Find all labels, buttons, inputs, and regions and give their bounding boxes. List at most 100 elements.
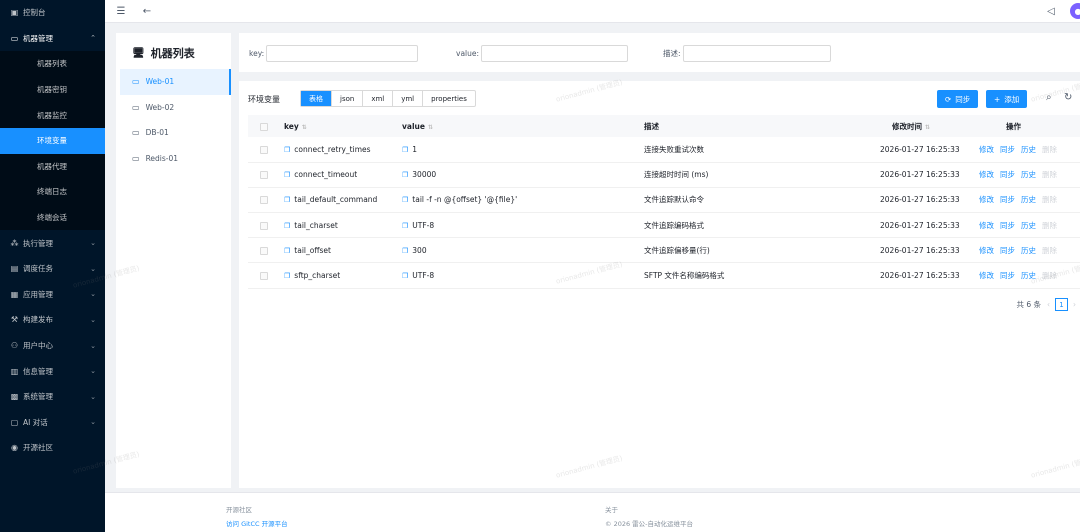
copy-icon[interactable]: ❐ [402, 272, 408, 280]
page-1-button[interactable]: 1 [1055, 298, 1068, 311]
row-action-1[interactable]: 同步 [1000, 145, 1015, 154]
sidebar-menu-4[interactable]: ▦ 应用管理 ⌄ [0, 282, 105, 308]
sidebar-menu-10[interactable]: ◉ 开源社区 [0, 435, 105, 461]
row-action-2[interactable]: 历史 [1021, 145, 1036, 154]
row-action-3[interactable]: 删除 [1042, 221, 1057, 230]
community-link[interactable]: 访问 GitCC 开源平台 [226, 517, 288, 531]
machine-item[interactable]: ▭ Web-01 [120, 69, 231, 95]
select-all-checkbox[interactable] [260, 122, 268, 131]
row-action-2[interactable]: 历史 [1021, 170, 1036, 179]
row-select-cell [248, 137, 275, 163]
menu-fold-icon[interactable]: ☰ [114, 4, 128, 18]
key-column-header[interactable]: key ⇅ [275, 115, 393, 137]
machine-item[interactable]: ▭ Web-02 [120, 95, 231, 121]
machine-item[interactable]: ▭ Redis-01 [120, 146, 231, 172]
copy-icon[interactable]: ❐ [284, 171, 290, 179]
row-action-2[interactable]: 历史 [1021, 221, 1036, 230]
row-action-1[interactable]: 同步 [1000, 170, 1015, 179]
row-action-2[interactable]: 历史 [1021, 246, 1036, 255]
sidebar-menu-2[interactable]: ⁂ 执行管理 ⌄ [0, 230, 105, 256]
key-input[interactable] [266, 45, 419, 62]
sidebar-menu-8[interactable]: ▩ 系统管理 ⌄ [0, 384, 105, 410]
row-action-1[interactable]: 同步 [1000, 271, 1015, 280]
sidebar-subitem-2[interactable]: 机器监控 [0, 102, 105, 128]
sidebar-subitem-3[interactable]: 环境变量 [0, 127, 105, 154]
row-checkbox[interactable] [260, 145, 268, 154]
value-column-header[interactable]: value ⇅ [393, 115, 640, 137]
sidebar-menu-5[interactable]: ⚒ 构建发布 ⌄ [0, 307, 105, 333]
row-action-0[interactable]: 修改 [979, 246, 994, 255]
view-mode-tab-0[interactable]: 表格 [301, 91, 331, 106]
sidebar-subitem-1[interactable]: 机器密钥 [0, 77, 105, 103]
row-checkbox[interactable] [260, 196, 268, 205]
sidebar-menu-0[interactable]: ▣ 控制台 [0, 0, 105, 26]
row-action-2[interactable]: 历史 [1021, 195, 1036, 204]
view-mode-tab-1[interactable]: json [331, 91, 362, 106]
time-column-header[interactable]: 修改时间 ⇅ [880, 115, 970, 137]
copy-icon[interactable]: ❐ [284, 146, 290, 154]
row-action-3[interactable]: 删除 [1042, 145, 1057, 154]
sidebar-subitem-6[interactable]: 终端会话 [0, 205, 105, 231]
reload-icon[interactable]: ↻ [1064, 92, 1072, 103]
time-cell: 2026-01-27 16:25:33 [880, 212, 970, 239]
machine-item[interactable]: ▭ DB-01 [120, 120, 231, 146]
desc-cell: SFTP 文件名称编码格式 [640, 262, 880, 289]
notification-icon[interactable]: ◁ [1044, 4, 1058, 18]
row-action-0[interactable]: 修改 [979, 145, 994, 154]
view-mode-tab-4[interactable]: properties [422, 91, 475, 106]
copy-icon[interactable]: ❐ [402, 247, 408, 255]
sidebar-menu-3[interactable]: ▤ 调度任务 ⌄ [0, 256, 105, 282]
sidebar-subitem-5[interactable]: 终端日志 [0, 179, 105, 205]
row-checkbox[interactable] [260, 272, 268, 281]
row-action-3[interactable]: 删除 [1042, 195, 1057, 204]
github-icon: ◉ [11, 443, 18, 453]
avatar[interactable]: ● [1070, 3, 1080, 19]
ops-cell: 修改 同步 历史 删除 [970, 237, 1080, 264]
row-action-2[interactable]: 历史 [1021, 271, 1036, 280]
sync-button[interactable]: ⟳ 同步 [937, 90, 979, 108]
copy-icon[interactable]: ❐ [284, 272, 290, 280]
view-mode-tab-2[interactable]: xml [362, 91, 392, 106]
row-checkbox[interactable] [260, 246, 268, 255]
add-button[interactable]: + 添加 [986, 90, 1028, 108]
row-action-0[interactable]: 修改 [979, 221, 994, 230]
sidebar-subitem-0[interactable]: 机器列表 [0, 51, 105, 77]
key-filter: key: [249, 45, 419, 62]
key-cell: ❐ connect_retry_times [275, 137, 393, 163]
row-action-0[interactable]: 修改 [979, 170, 994, 179]
copy-icon[interactable]: ❐ [284, 196, 290, 204]
row-action-3[interactable]: 删除 [1042, 170, 1057, 179]
copy-icon[interactable]: ❐ [284, 222, 290, 230]
copy-icon[interactable]: ❐ [402, 196, 408, 204]
copy-icon[interactable]: ❐ [284, 247, 290, 255]
row-action-1[interactable]: 同步 [1000, 195, 1015, 204]
sidebar-menu-7[interactable]: ▥ 信息管理 ⌄ [0, 358, 105, 384]
row-action-0[interactable]: 修改 [979, 271, 994, 280]
copy-icon[interactable]: ❐ [402, 146, 408, 154]
sidebar-menu-6[interactable]: ⚇ 用户中心 ⌄ [0, 333, 105, 359]
sidebar-subitem-4[interactable]: 机器代理 [0, 154, 105, 180]
chevron-up-icon: ⌃ [90, 34, 96, 43]
view-mode-tab-3[interactable]: yml [392, 91, 422, 106]
copy-icon[interactable]: ❐ [402, 222, 408, 230]
prev-page-icon[interactable]: ‹ [1047, 300, 1050, 309]
key-cell: ❐ tail_default_command [275, 187, 393, 214]
row-checkbox[interactable] [260, 171, 268, 180]
description-input[interactable] [682, 45, 831, 62]
sidebar-menu-9[interactable]: ▢ AI 对话 ⌄ [0, 410, 105, 436]
value-input[interactable] [481, 45, 629, 62]
row-action-3[interactable]: 删除 [1042, 271, 1057, 280]
row-action-0[interactable]: 修改 [979, 195, 994, 204]
search-icon[interactable]: ⌕ [1046, 92, 1052, 103]
chevron-down-icon: ⌄ [90, 239, 96, 248]
copy-icon[interactable]: ❐ [402, 171, 408, 179]
row-action-1[interactable]: 同步 [1000, 221, 1015, 230]
next-page-icon[interactable]: › [1073, 300, 1076, 309]
row-checkbox[interactable] [260, 221, 268, 230]
row-action-1[interactable]: 同步 [1000, 246, 1015, 255]
env-var-table-panel: 环境变量 表格 json xml yml properties ⟳ 同步 + 添加 ⌕ … [239, 81, 1080, 488]
row-action-3[interactable]: 删除 [1042, 246, 1057, 255]
back-arrow-icon[interactable]: ← [140, 4, 154, 18]
value-filter: value: [456, 45, 629, 62]
sidebar-menu-1[interactable]: ▭ 机器管理 ⌃ [0, 26, 105, 52]
